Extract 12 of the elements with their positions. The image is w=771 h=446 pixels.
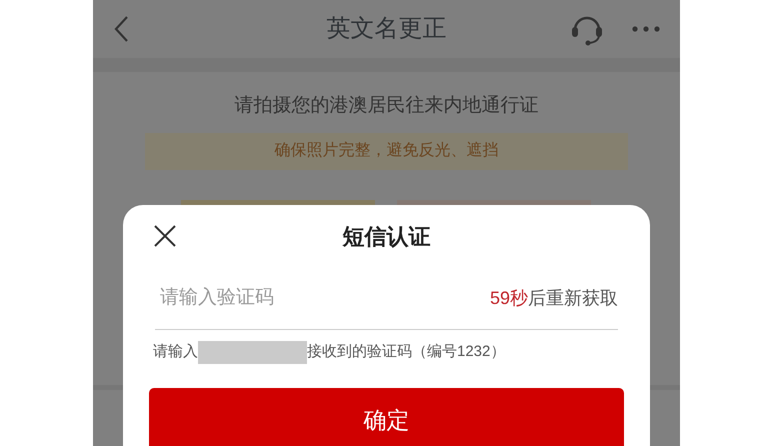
code-input-field[interactable]: 请输入验证码 bbox=[155, 284, 490, 312]
hint-text: 接收到的验证码（编号1232） bbox=[307, 342, 506, 362]
instruction-text: 请拍摄您的港澳居民往来内地通行证 bbox=[234, 94, 540, 118]
confirm-button[interactable]: 确定 bbox=[149, 388, 624, 446]
dialog-title: 短信认证 bbox=[342, 222, 430, 250]
close-icon[interactable] bbox=[154, 225, 176, 247]
hint-text: 请输入 bbox=[153, 342, 198, 362]
notice-text: 确保照片完整，避免反光、遮挡 bbox=[274, 140, 498, 161]
page-title: 英文名更正 bbox=[326, 14, 448, 44]
more-icon[interactable] bbox=[632, 26, 660, 32]
resend-button[interactable]: 59秒后重新获取 bbox=[490, 284, 618, 312]
back-icon[interactable] bbox=[113, 15, 129, 43]
